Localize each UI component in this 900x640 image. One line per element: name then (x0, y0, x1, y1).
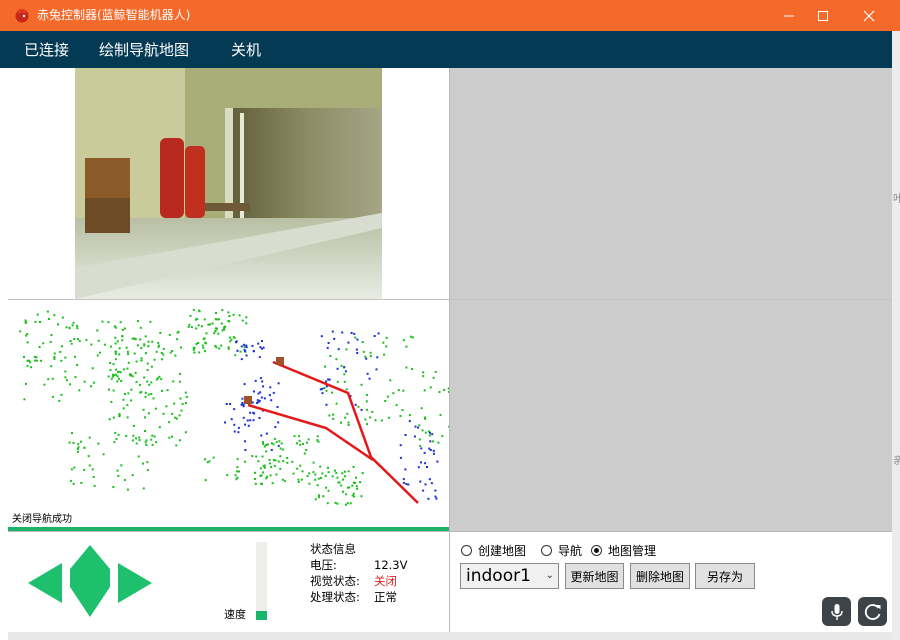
refresh-icon (864, 603, 880, 620)
top-right-view-panel (450, 68, 892, 299)
voltage-label: 电压: (310, 558, 337, 572)
dpad-center (70, 569, 110, 587)
side-glyph-upper: 叶 (893, 194, 900, 205)
speed-slider-track[interactable] (256, 542, 267, 620)
map-select-value: indoor1 (466, 566, 531, 586)
arrow-down-button[interactable] (70, 587, 110, 617)
arrow-left-button[interactable] (28, 563, 62, 603)
refresh-button[interactable] (858, 597, 887, 626)
radio-map-management-label: 地图管理 (608, 544, 657, 558)
menu-shutdown[interactable]: 关机 (231, 40, 261, 60)
speed-slider-fill (256, 611, 267, 620)
camera-feed-image (75, 68, 382, 299)
arrow-right-button[interactable] (118, 563, 152, 603)
microphone-button[interactable] (822, 597, 851, 626)
radio-map-management-dot[interactable] (591, 545, 602, 556)
window-bottom-edge (8, 632, 892, 640)
processing-status-label: 处理状态: (310, 590, 360, 604)
robot-position-marker (244, 396, 252, 404)
close-button[interactable] (846, 0, 891, 31)
navigation-path-line (272, 360, 419, 504)
control-divider-horizontal (8, 531, 892, 532)
radio-navigation-dot[interactable] (541, 545, 552, 556)
chevron-down-icon: ⌄ (545, 570, 554, 581)
processing-status-value: 正常 (374, 590, 397, 604)
save-as-button[interactable]: 另存为 (695, 563, 755, 589)
direction-pad (28, 545, 152, 617)
rabbit-logo-icon (15, 8, 29, 23)
radio-create-map-dot[interactable] (461, 545, 472, 556)
robot-position-marker (276, 357, 284, 365)
radio-navigation-label: 导航 (558, 544, 583, 558)
map-obstacle-points (19, 308, 460, 506)
window-title: 赤兔控制器(蓝鲸智能机器人) (37, 8, 191, 22)
minimize-icon (783, 15, 794, 16)
voltage-value: 12.3V (374, 558, 408, 572)
vision-status-value: 关闭 (374, 574, 397, 588)
update-map-button[interactable]: 更新地图 (565, 563, 624, 589)
radio-create-map[interactable]: 创建地图 (461, 542, 526, 559)
maximize-button[interactable] (800, 0, 845, 31)
side-glyph-lower: 亲 (893, 456, 900, 467)
menu-connect-status[interactable]: 已连接 (24, 40, 69, 60)
arrow-up-button[interactable] (70, 545, 110, 569)
delete-map-button[interactable]: 删除地图 (630, 563, 690, 589)
title-bar: 赤兔控制器(蓝鲸智能机器人) (0, 0, 900, 31)
radio-create-map-label: 创建地图 (478, 544, 527, 558)
radio-map-management[interactable]: 地图管理 (591, 542, 656, 559)
bottom-right-view-panel (450, 300, 892, 531)
menu-bar: 已连接 绘制导航地图 关机 (0, 31, 900, 68)
map-status-text: 关闭导航成功 (12, 514, 72, 525)
vision-status-label: 视觉状态: (310, 574, 360, 588)
close-icon (863, 10, 874, 21)
navigation-map-canvas[interactable] (8, 300, 460, 527)
microphone-icon (830, 603, 843, 620)
window-frame-left (0, 68, 8, 640)
speed-label: 速度 (224, 608, 246, 621)
map-select-dropdown[interactable]: indoor1 ⌄ (460, 563, 559, 589)
window-frame-right (892, 31, 900, 640)
radio-navigation[interactable]: 导航 (541, 542, 582, 559)
maximize-icon (817, 10, 828, 21)
status-heading: 状态信息 (310, 542, 356, 556)
menu-draw-nav-map[interactable]: 绘制导航地图 (99, 40, 189, 60)
navigation-map-panel[interactable] (8, 300, 460, 527)
